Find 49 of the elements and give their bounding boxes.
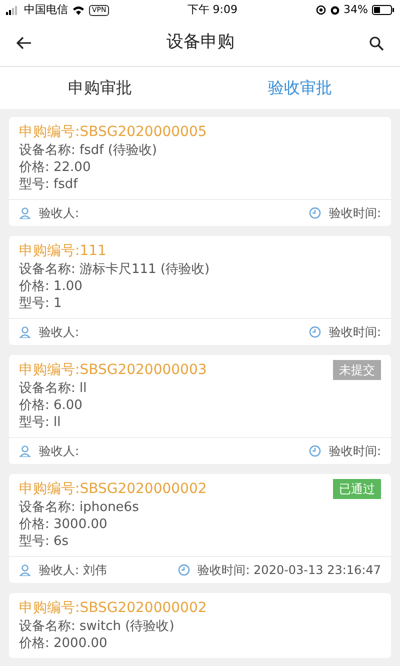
clock-icon — [308, 445, 321, 457]
clock-time: 下午 9:09 — [187, 2, 238, 16]
detail-line: 型号: 1 — [19, 295, 63, 312]
time-label: 验收时间: — [328, 205, 381, 222]
record-number: 申购编号:SBSG2020000002 — [19, 480, 207, 499]
detail-line: 价格: 1.00 — [19, 278, 84, 295]
back-arrow-icon[interactable] — [16, 36, 32, 50]
detail-line: 设备名称: fsdf (待验收) — [19, 142, 158, 159]
time-label: 验收时间: 2020-03-13 23:16:47 — [198, 562, 381, 579]
time-label: 验收时间: — [328, 443, 381, 460]
clock-icon — [178, 564, 190, 576]
detail-line: 设备名称: 游标卡尺111 (待验收) — [19, 261, 211, 278]
receiver-label: 验收人: — [39, 324, 80, 341]
receiver-label: 验收人: — [39, 443, 80, 460]
record-number: 申购编号:111 — [19, 242, 106, 261]
wifi-icon — [72, 5, 85, 15]
detail-line: 设备名称: iphone6s — [19, 499, 140, 516]
time-label: 验收时间: — [328, 324, 381, 341]
receiver-label: 验收人: 刘伟 — [39, 562, 107, 579]
detail-line: 价格: 22.00 — [19, 159, 92, 176]
carrier-name: 中国电信 — [24, 2, 68, 18]
receiver-label: 验收人: — [39, 205, 80, 222]
person-icon — [19, 564, 31, 576]
person-icon — [19, 326, 31, 338]
detail-line: 价格: 6.00 — [19, 397, 84, 414]
status-tag: 已通过 — [333, 479, 381, 499]
detail-line: 价格: 2000.00 — [19, 635, 108, 652]
record-number: 申购编号:SBSG2020000005 — [19, 123, 207, 142]
page-title: 设备申购 — [166, 31, 234, 54]
battery-icon — [372, 5, 394, 15]
clock-icon — [308, 207, 321, 219]
clock-icon — [308, 326, 321, 338]
search-icon[interactable] — [369, 36, 384, 50]
status-tag: 未提交 — [333, 360, 381, 380]
detail-line: 设备名称: switch (待验收) — [19, 618, 176, 635]
record-number: 申购编号:SBSG2020000003 — [19, 361, 207, 380]
record-number: 申购编号:SBSG2020000002 — [19, 599, 207, 618]
person-icon — [19, 445, 31, 457]
tab[interactable]: 申购审批 — [0, 67, 200, 109]
person-icon — [19, 207, 31, 219]
detail-line: 价格: 3000.00 — [19, 516, 108, 533]
detail-line: 型号: fsdf — [19, 176, 79, 193]
battery-percent: 34% — [344, 2, 368, 18]
detail-line: 型号: 6s — [19, 533, 70, 550]
alarm-icon — [330, 5, 340, 15]
rotation-lock-icon — [316, 5, 326, 15]
detail-line: 型号: ll — [19, 414, 62, 431]
signal-icon — [6, 6, 20, 14]
detail-line: 设备名称: ll — [19, 380, 88, 397]
